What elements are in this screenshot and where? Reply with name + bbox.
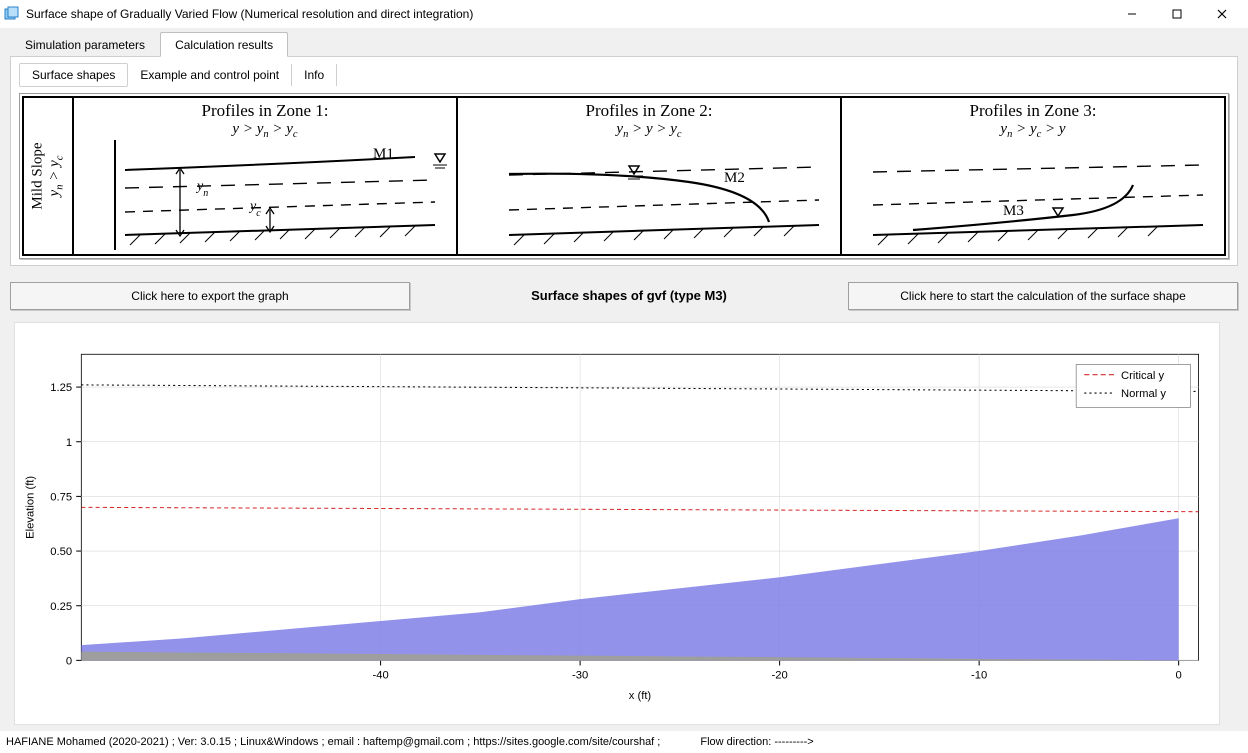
graph-caption: Surface shapes of gvf (type M3) [420,288,838,303]
subtab-info[interactable]: Info [292,64,337,86]
footer: HAFIANE Mohamed (2020-2021) ; Ver: 3.0.1… [0,731,1248,753]
svg-text:Elevation (ft): Elevation (ft) [24,475,36,538]
minimize-button[interactable] [1109,0,1154,28]
svg-text:0: 0 [1176,669,1182,681]
window-title: Surface shape of Gradually Varied Flow (… [26,7,1109,21]
main-tabbar: Simulation parameters Calculation result… [0,28,1248,56]
results-panel: Surface shapes Example and control point… [10,56,1238,266]
maximize-button[interactable] [1154,0,1199,28]
export-graph-button[interactable]: Click here to export the graph [10,282,410,310]
side-label-1: Mild Slope [30,142,46,209]
svg-text:1.25: 1.25 [50,382,72,394]
profiles-side-label: Mild Slope yn > yc [24,98,74,254]
profile-2-title: Profiles in Zone 2: [585,102,712,121]
app-icon [4,6,20,22]
start-calculation-button[interactable]: Click here to start the calculation of t… [848,282,1238,310]
tab-simulation-parameters[interactable]: Simulation parameters [10,32,160,57]
svg-text:x (ft): x (ft) [629,690,652,702]
subtab-example-control[interactable]: Example and control point [128,64,292,86]
svg-text:0.75: 0.75 [50,491,72,503]
m2-label: M2 [724,170,745,186]
svg-text:-10: -10 [971,669,987,681]
subtab-surface-shapes[interactable]: Surface shapes [19,63,128,87]
svg-text:1: 1 [66,437,72,449]
profile-zone-3: Profiles in Zone 3: yn > yc > y [842,98,1224,254]
svg-text:0.25: 0.25 [50,600,72,612]
m1-label: M1 [373,146,394,162]
profiles-figure: Mild Slope yn > yc Profiles in Zone 1: y… [19,93,1229,259]
svg-text:-40: -40 [372,669,388,681]
svg-text:yn: yn [195,179,208,199]
profile-zone-2: Profiles in Zone 2: yn > y > yc [458,98,842,254]
profile-zone-1: Profiles in Zone 1: y > yn > yc [74,98,458,254]
profiles-row: Mild Slope yn > yc Profiles in Zone 1: y… [22,96,1226,256]
window-controls [1109,0,1244,28]
titlebar: Surface shape of Gradually Varied Flow (… [0,0,1248,28]
svg-text:Critical y: Critical y [1121,369,1164,381]
svg-text:0: 0 [66,655,72,667]
svg-text:0.50: 0.50 [50,546,72,558]
footer-credit: HAFIANE Mohamed (2020-2021) ; Ver: 3.0.1… [6,736,660,748]
tab-calculation-results[interactable]: Calculation results [160,32,288,57]
profile-1-title: Profiles in Zone 1: [201,102,328,121]
window: Surface shape of Gradually Varied Flow (… [0,0,1248,753]
footer-flow-direction: Flow direction: ---------> [700,736,813,748]
svg-text:Normal y: Normal y [1121,388,1166,400]
close-button[interactable] [1199,0,1244,28]
m3-label: M3 [1003,203,1024,219]
profile-3-title: Profiles in Zone 3: [969,102,1096,121]
svg-text:yc: yc [248,199,261,219]
midbar: Click here to export the graph Surface s… [0,272,1248,316]
body-area: Simulation parameters Calculation result… [0,28,1248,731]
sub-tabbar: Surface shapes Example and control point… [19,63,1229,87]
svg-text:-30: -30 [572,669,588,681]
chart-container: -40 -30 -20 -10 0 0 0.25 0.50 0.75 1 1.25 x (ft) Ele… [14,322,1220,725]
svg-text:-20: -20 [772,669,788,681]
elevation-chart: -40 -30 -20 -10 0 0 0.25 0.50 0.75 1 1.25 x (ft) Ele… [15,323,1219,724]
